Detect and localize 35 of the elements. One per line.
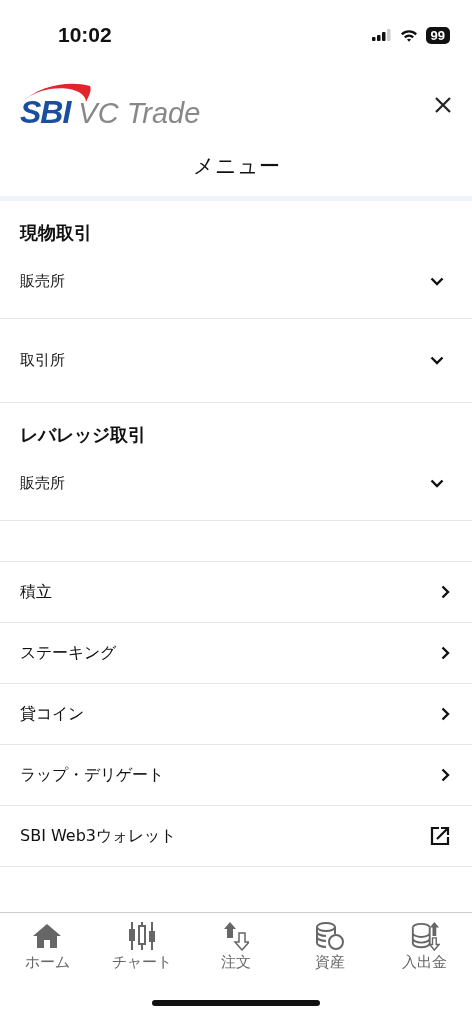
battery-level: 99: [425, 26, 450, 44]
menu-title: メニュー: [191, 153, 281, 180]
section-title: レバレッジ取引: [19, 423, 147, 447]
logo-text: VC Trade: [78, 96, 201, 130]
up-down-arrows-icon: [223, 921, 249, 951]
menu-item[interactable]: 積立: [0, 562, 472, 623]
coins-arrows-icon: [409, 921, 440, 951]
chevron-right-icon: [441, 646, 450, 660]
candlestick-icon: [126, 921, 157, 951]
tab-bar-item[interactable]: 注文: [188, 921, 284, 994]
logo-mark: SBI: [20, 93, 71, 131]
tab-bar-item[interactable]: 入出金: [377, 921, 472, 994]
menu-item[interactable]: 販売所: [0, 447, 472, 521]
menu-item[interactable]: ステーキング: [0, 623, 472, 684]
menu-item[interactable]: ラップ・デリゲート: [0, 745, 472, 806]
menu-item[interactable]: SBI Web3ウォレット: [0, 806, 472, 867]
signal-icon: [371, 29, 392, 41]
tab-bar-item[interactable]: ホーム: [0, 921, 95, 994]
chevron-down-icon: [430, 356, 444, 365]
coins-icon: [315, 921, 346, 951]
menu-item[interactable]: 貸コイン: [0, 684, 472, 745]
tab-bar-item[interactable]: チャート: [94, 921, 189, 994]
wifi-icon: [399, 28, 418, 42]
external-link-icon: [430, 826, 450, 846]
chevron-down-icon: [430, 277, 444, 286]
menu-item[interactable]: 取引所: [0, 319, 472, 403]
chevron-down-icon: [430, 479, 444, 488]
chevron-right-icon: [441, 707, 450, 721]
section-title: 現物取引: [18, 221, 93, 245]
chevron-right-icon: [441, 585, 450, 599]
menu-item[interactable]: 販売所: [0, 245, 472, 319]
tab-bar-item[interactable]: 資産: [283, 921, 378, 994]
home-icon: [32, 921, 63, 951]
chevron-right-icon: [441, 768, 450, 782]
status-time: 10:02: [58, 23, 112, 47]
